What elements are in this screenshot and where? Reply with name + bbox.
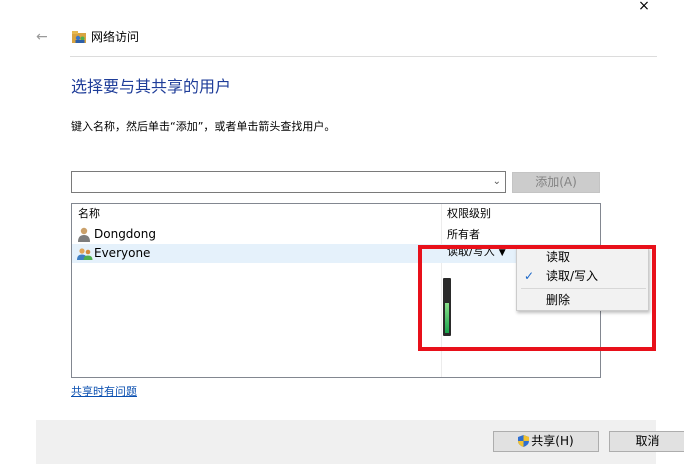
list-row-dongdong[interactable]: Dongdong 所有者: [72, 225, 600, 244]
footer-bar: 共享(H) 取消: [36, 420, 684, 464]
user-icon: [77, 227, 91, 242]
column-header-permission[interactable]: 权限级别: [447, 206, 491, 222]
instruction-text: 键入名称，然后单击“添加”，或者单击箭头查找用户。: [71, 120, 336, 133]
share-button[interactable]: 共享(H): [493, 431, 599, 452]
uac-shield-icon: [518, 434, 530, 447]
page-heading: 选择要与其共享的用户: [71, 77, 232, 96]
sharing-help-link[interactable]: 共享时有问题: [71, 385, 137, 399]
permission-level: 所有者: [447, 228, 480, 241]
user-name: Dongdong: [94, 227, 156, 241]
back-arrow-icon[interactable]: ←: [36, 29, 54, 45]
dropdown-arrow-icon[interactable]: ⌄: [493, 175, 501, 189]
close-button[interactable]: ×: [632, 0, 656, 14]
window-title: 网络访问: [91, 30, 140, 44]
column-header-name[interactable]: 名称: [78, 206, 100, 222]
network-access-icon: [72, 31, 87, 44]
cancel-button[interactable]: 取消: [609, 431, 684, 452]
add-button[interactable]: 添加(A): [512, 172, 600, 193]
share-button-label: 共享(H): [531, 434, 574, 448]
highlight-box: [418, 245, 656, 351]
user-name: Everyone: [94, 246, 151, 260]
header-divider: [70, 56, 657, 57]
user-name-combo-input[interactable]: ⌄: [71, 171, 506, 193]
users-group-icon: [77, 246, 93, 261]
